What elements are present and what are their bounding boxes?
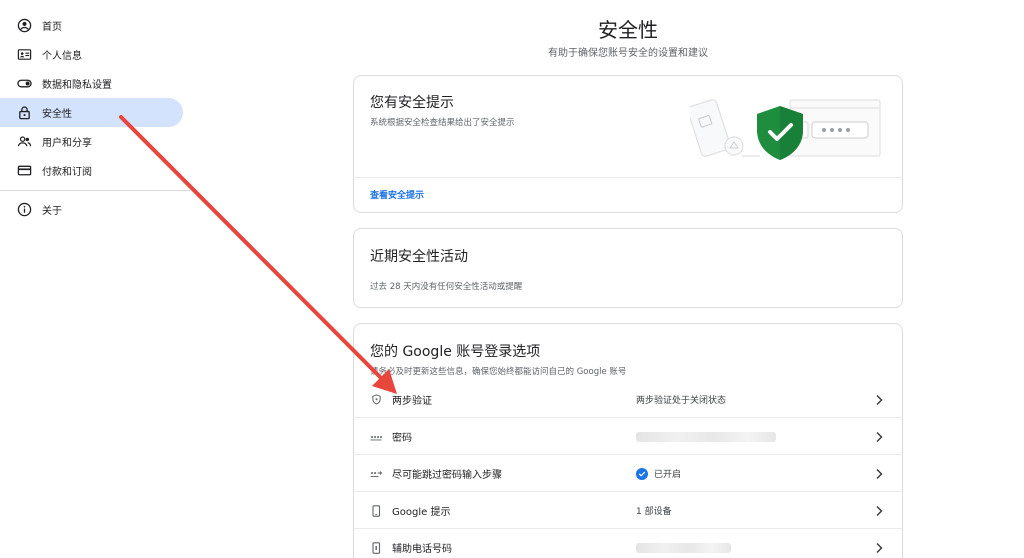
- page-title: 安全性: [598, 18, 658, 42]
- google-prompt-row[interactable]: Google 提示 1 部设备: [354, 492, 902, 529]
- sidebar-item-about[interactable]: 关于: [0, 195, 183, 224]
- recent-activity-card[interactable]: 近期安全性活动 过去 28 天内没有任何安全性活动或提醒: [353, 228, 903, 308]
- password-row[interactable]: 密码: [354, 418, 902, 455]
- sidebar-item-label: 首页: [42, 22, 62, 33]
- sidebar-item-home[interactable]: 首页: [0, 11, 183, 40]
- row-value: 1 部设备: [636, 507, 672, 517]
- check-circle-icon: [636, 467, 648, 480]
- sidebar-item-security[interactable]: 安全性: [0, 98, 183, 127]
- chevron-right-icon: [876, 394, 883, 405]
- row-value: 两步验证处于关闭状态: [636, 396, 727, 406]
- password-dots-icon: [370, 431, 382, 443]
- page-subtitle: 有助于确保您账号安全的设置和建议: [548, 48, 708, 59]
- people-icon: [16, 134, 32, 150]
- security-page: 首页 个人信息 数据和隐私设置 安全性 用户和分享 付款和订阅 关于 安全性 有…: [0, 0, 1024, 558]
- passkey-row[interactable]: 尽可能跳过密码输入步骤 已开启: [354, 455, 902, 492]
- security-tips-desc: 系统根据安全检查结果给出了安全提示: [370, 118, 515, 128]
- phone-icon: [370, 504, 382, 517]
- shield-icon: [370, 394, 382, 406]
- toggle-icon: [16, 76, 32, 92]
- device-sketch-icon: [690, 99, 760, 157]
- sidebar-item-label: 用户和分享: [42, 138, 92, 149]
- row-label: 尽可能跳过密码输入步骤: [392, 470, 502, 481]
- signin-options-title: 您的 Google 账号登录选项: [370, 344, 541, 360]
- chevron-right-icon: [876, 505, 883, 516]
- sidebar-divider: [0, 190, 190, 191]
- sidebar: 首页 个人信息 数据和隐私设置 安全性 用户和分享 付款和订阅 关于: [0, 0, 190, 558]
- phone-number-icon: [370, 541, 382, 554]
- row-value-redacted: [636, 431, 776, 442]
- sidebar-item-personal-info[interactable]: 个人信息: [0, 40, 183, 69]
- recent-activity-desc: 过去 28 天内没有任何安全性活动或提醒: [370, 282, 523, 292]
- recovery-phone-row[interactable]: 辅助电话号码: [354, 529, 902, 558]
- signin-options-card: 您的 Google 账号登录选项 请务必及时更新这些信息，确保您始终都能访问自己…: [353, 323, 903, 558]
- row-label: 密码: [392, 433, 412, 444]
- status-text: 已开启: [654, 470, 682, 480]
- sidebar-item-people-sharing[interactable]: 用户和分享: [0, 127, 183, 156]
- chevron-right-icon: [876, 468, 883, 479]
- card-divider: [354, 177, 902, 178]
- id-card-icon: [16, 47, 32, 63]
- sidebar-item-label: 关于: [42, 206, 62, 217]
- row-label: 两步验证: [392, 396, 432, 407]
- chevron-right-icon: [876, 542, 883, 553]
- lock-icon: [16, 105, 32, 121]
- sidebar-item-payments[interactable]: 付款和订阅: [0, 156, 183, 185]
- sidebar-item-label: 个人信息: [42, 51, 82, 62]
- security-tips-card: 您有安全提示 系统根据安全检查结果给出了安全提示 查看安全提示: [353, 75, 903, 213]
- credit-card-icon: [16, 163, 32, 179]
- view-security-tips-link[interactable]: 查看安全提示: [370, 188, 424, 201]
- row-value: 已开启: [636, 467, 681, 480]
- security-tips-title: 您有安全提示: [370, 95, 454, 111]
- row-label: 辅助电话号码: [392, 544, 452, 555]
- signin-options-desc: 请务必及时更新这些信息，确保您始终都能访问自己的 Google 账号: [370, 367, 627, 377]
- passkey-icon: [370, 468, 382, 480]
- browser-window-sketch-icon: [789, 99, 881, 157]
- sidebar-item-data-privacy[interactable]: 数据和隐私设置: [0, 69, 183, 98]
- sidebar-item-label: 付款和订阅: [42, 167, 92, 178]
- security-illustration: [690, 99, 881, 160]
- chevron-right-icon: [876, 431, 883, 442]
- row-value-redacted: [636, 542, 731, 553]
- sidebar-item-label: 安全性: [42, 109, 72, 120]
- account-circle-icon: [16, 18, 32, 34]
- two-step-verification-row[interactable]: 两步验证 两步验证处于关闭状态: [354, 381, 902, 418]
- info-icon: [16, 202, 32, 218]
- sidebar-item-label: 数据和隐私设置: [42, 80, 112, 91]
- recent-activity-title: 近期安全性活动: [370, 249, 468, 265]
- row-label: Google 提示: [392, 507, 451, 518]
